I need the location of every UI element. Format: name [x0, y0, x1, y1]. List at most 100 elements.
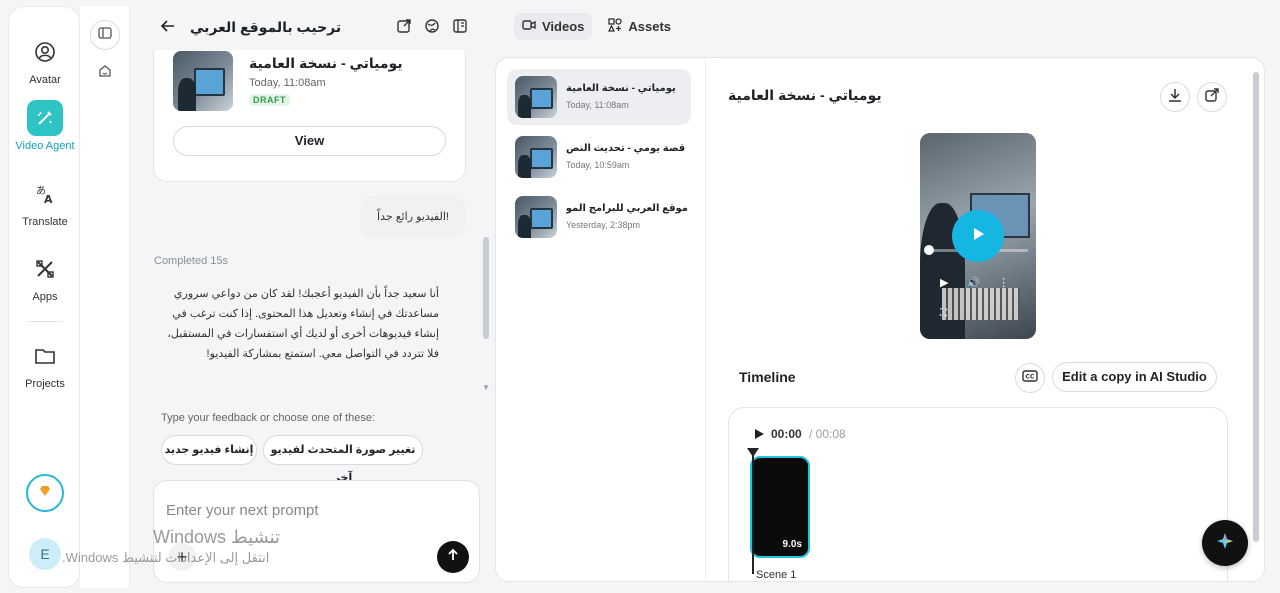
video-list-title: قصة يومي - تحديث النص — [566, 143, 686, 154]
scene-clip[interactable]: 9.0s — [750, 456, 810, 558]
more-icon[interactable]: ⋮ — [998, 276, 1009, 289]
video-list-item[interactable]: يومياتي - نسخة العامية Today, 11:08am — [507, 69, 691, 125]
video-agent-icon — [27, 100, 63, 136]
video-detail: يومياتي - نسخة العامية ▶ 🔊 ⋮ ⛶ Timeline — [707, 58, 1264, 581]
video-list-item[interactable]: قصة يومي - تحديث النص Today, 10:59am — [507, 129, 691, 185]
captions-icon: CC — [1022, 369, 1038, 387]
volume-icon[interactable]: 🔊 — [966, 276, 980, 289]
sparkle-logo-icon — [1215, 531, 1235, 556]
nav-projects[interactable]: Projects — [9, 338, 81, 390]
panel-scrollbar-thumb[interactable] — [1253, 72, 1259, 542]
seek-handle[interactable] — [924, 245, 934, 255]
svg-text:CC: CC — [1026, 374, 1035, 381]
home-button[interactable] — [90, 58, 120, 88]
prompt-input[interactable] — [166, 499, 466, 521]
scroll-down-icon[interactable]: ▼ — [482, 383, 490, 392]
video-list-thumbnail — [515, 76, 557, 118]
video-card-time: Today, 11:08am — [249, 77, 326, 89]
detail-title: يومياتي - نسخة العامية — [728, 87, 882, 103]
home-icon — [98, 64, 112, 83]
playhead[interactable] — [752, 454, 754, 574]
video-player[interactable]: ▶ 🔊 ⋮ ⛶ — [920, 133, 1036, 339]
nav-avatar-label: Avatar — [29, 74, 61, 86]
timeline-label: Timeline — [739, 369, 796, 385]
edit-in-ai-studio-button[interactable]: Edit a copy in AI Studio — [1052, 362, 1217, 392]
back-arrow-icon[interactable] — [160, 18, 176, 39]
completed-status: Completed 15s — [154, 255, 228, 267]
apps-icon — [27, 251, 63, 287]
video-card: يومياتي - نسخة العامية Today, 11:08am DR… — [153, 50, 466, 182]
nav-projects-label: Projects — [25, 378, 65, 390]
arrow-up-icon — [446, 548, 460, 567]
chat-scrollbar[interactable] — [483, 237, 489, 339]
video-list-title: موقع العربي للبرامج الموثوقة... — [566, 203, 688, 214]
nav-avatar[interactable]: Avatar — [9, 34, 81, 86]
video-frame-keyboard — [942, 288, 1020, 320]
play-button[interactable] — [952, 210, 1004, 262]
assistant-fab-button[interactable] — [1202, 520, 1248, 566]
user-avatar[interactable]: E — [29, 538, 61, 570]
user-message: !الفيديو رائع جداً — [360, 196, 466, 238]
secondary-rail — [80, 6, 130, 588]
tab-assets-label: Assets — [628, 19, 672, 34]
tab-assets[interactable]: Assets — [600, 13, 679, 40]
nav-apps[interactable]: Apps — [9, 251, 81, 303]
video-list-thumbnail — [515, 196, 557, 238]
download-button[interactable] — [1160, 82, 1190, 112]
play-small-icon[interactable]: ▶ — [940, 276, 948, 289]
nav-video-agent[interactable]: Video Agent — [9, 100, 81, 152]
video-camera-icon — [522, 18, 536, 35]
playhead-handle[interactable] — [747, 448, 759, 457]
total-time: / 00:08 — [809, 427, 846, 441]
video-list-date: Today, 10:59am — [566, 160, 630, 170]
content-tabs: Videos Assets — [514, 13, 679, 40]
video-list-item[interactable]: موقع العربي للبرامج الموثوقة... Yesterda… — [507, 189, 691, 245]
play-icon — [970, 226, 986, 247]
main-nav-rail: Avatar Video Agent あA Translate Apps Pro… — [8, 6, 80, 588]
svg-text:A: A — [44, 193, 53, 205]
video-card-title: يومياتي - نسخة العامية — [249, 55, 403, 71]
chat-header: ترحيب بالموقع العربي — [150, 10, 480, 44]
open-external-icon — [1205, 87, 1219, 107]
nav-apps-label: Apps — [32, 291, 58, 303]
send-button[interactable] — [437, 541, 469, 573]
fullscreen-icon[interactable]: ⛶ — [940, 308, 947, 319]
upgrade-button[interactable] — [26, 474, 64, 512]
activation-watermark-title: Windows تنشيط — [153, 527, 281, 547]
nav-divider — [27, 321, 63, 322]
suggestion-chip-new-video[interactable]: إنشاء فيديو جديد — [161, 435, 257, 465]
video-thumbnail[interactable] — [173, 51, 233, 111]
toggle-sidebar-button[interactable] — [90, 20, 120, 50]
video-list-date: Yesterday, 2:38pm — [566, 220, 641, 230]
feedback-hint: Type your feedback or choose one of thes… — [161, 412, 376, 424]
preview-panel: يومياتي - نسخة العامية Today, 11:08am قص… — [495, 57, 1265, 582]
download-icon — [1168, 88, 1182, 107]
globe-icon[interactable] — [424, 18, 440, 39]
video-list-date: Today, 11:08am — [566, 100, 629, 110]
avatar-icon — [27, 34, 63, 70]
tab-videos[interactable]: Videos — [514, 13, 593, 40]
panel-scrollbar[interactable] — [1252, 72, 1260, 572]
current-time: 00:00 — [771, 427, 802, 441]
view-button[interactable]: View — [173, 126, 446, 156]
timeline-panel: 00:00 / 00:08 9.0s Scene 1 — [728, 407, 1228, 581]
timeline-play-icon[interactable] — [753, 427, 765, 445]
sidebar-icon — [98, 26, 112, 45]
layout-icon[interactable] — [452, 18, 468, 39]
assistant-reply: أنا سعيد جداً بأن الفيديو أعجبك! لقد كان… — [167, 288, 439, 360]
suggestion-chip-change-avatar[interactable]: تغيير صورة المتحدث لفيديو آخر — [263, 435, 423, 484]
video-list: يومياتي - نسخة العامية Today, 11:08am قص… — [496, 58, 706, 581]
diamond-icon — [38, 484, 52, 503]
assets-icon — [608, 18, 623, 35]
player-controls: ▶ 🔊 ⋮ — [940, 276, 1009, 289]
video-list-title: يومياتي - نسخة العامية — [566, 83, 676, 94]
captions-button[interactable]: CC — [1015, 363, 1045, 393]
open-external-icon[interactable] — [396, 18, 412, 39]
nav-translate[interactable]: あA Translate — [9, 176, 81, 228]
status-badge: DRAFT — [249, 94, 290, 106]
folder-icon — [27, 338, 63, 374]
scene-duration: 9.0s — [782, 539, 802, 550]
scene-label: Scene 1 — [756, 569, 797, 581]
chat-messages: يومياتي - نسخة العامية Today, 11:08am DR… — [140, 50, 490, 395]
share-button[interactable] — [1197, 82, 1227, 112]
